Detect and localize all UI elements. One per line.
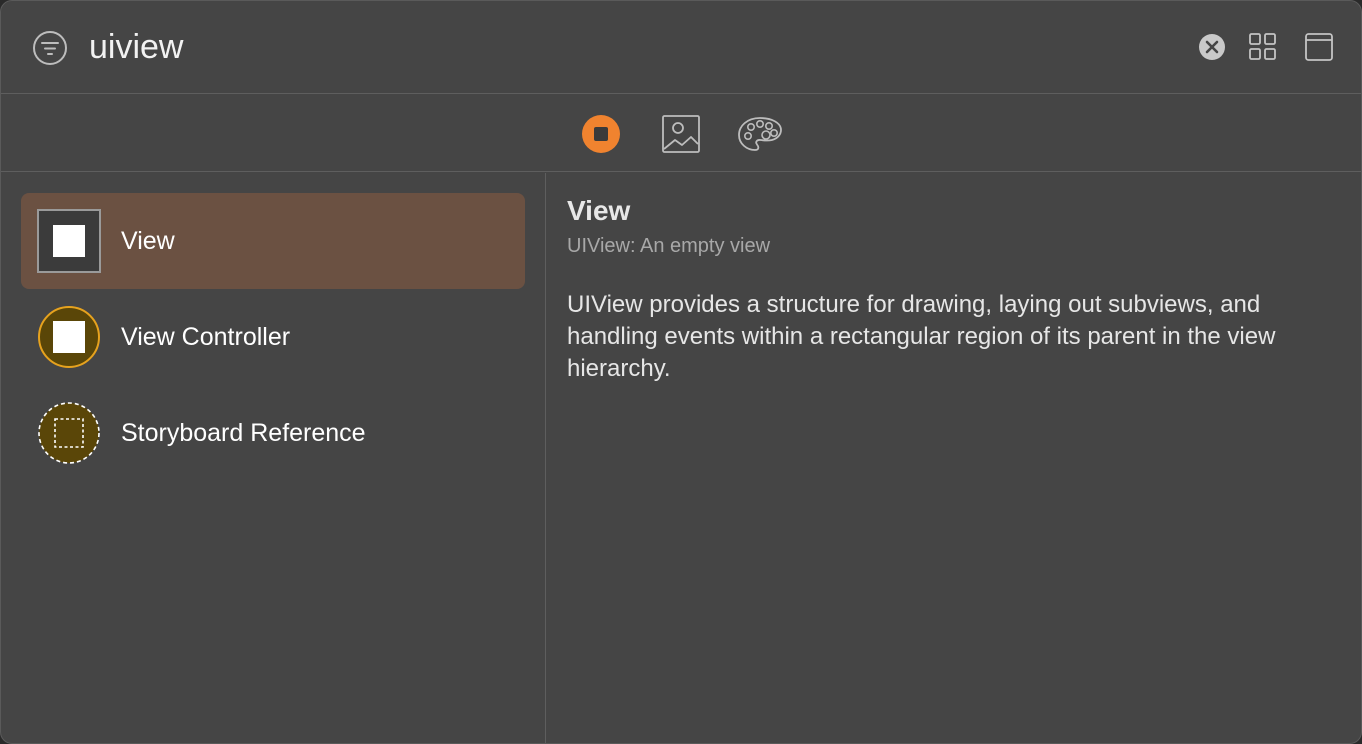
detail-description: UIView provides a structure for drawing,… <box>567 291 1276 382</box>
tab-media-icon[interactable] <box>660 113 702 155</box>
list-item-label: View Controller <box>121 323 291 351</box>
detail-subtitle: UIView: An empty view <box>567 235 771 257</box>
detail-title: View <box>567 195 631 226</box>
list-item-label: Storyboard Reference <box>121 419 366 447</box>
library-tab-bar <box>1 95 1361 172</box>
storyboard-reference-dashed-icon <box>37 401 101 465</box>
filter-icon[interactable] <box>32 30 68 66</box>
search-input[interactable] <box>89 23 1169 71</box>
detail-pane: View UIView: An empty view UIView provid… <box>547 173 1361 743</box>
view-square-icon <box>37 209 101 273</box>
detail-panel-icon[interactable] <box>1304 32 1334 62</box>
list-item-storyboard-reference[interactable]: Storyboard Reference <box>21 385 525 481</box>
grid-view-icon[interactable] <box>1248 32 1278 62</box>
clear-search-icon[interactable] <box>1198 33 1226 61</box>
tab-objects-icon[interactable] <box>580 113 622 155</box>
library-window: View View Controller Storyboard Referenc… <box>0 0 1362 744</box>
view-controller-circle-icon <box>37 305 101 369</box>
results-list: View View Controller Storyboard Referenc… <box>1 173 546 743</box>
list-item-label: View <box>121 227 175 255</box>
list-item-view[interactable]: View <box>21 193 525 289</box>
search-bar <box>1 1 1361 94</box>
list-item-view-controller[interactable]: View Controller <box>21 289 525 385</box>
tab-colors-palette-icon[interactable] <box>736 113 784 155</box>
